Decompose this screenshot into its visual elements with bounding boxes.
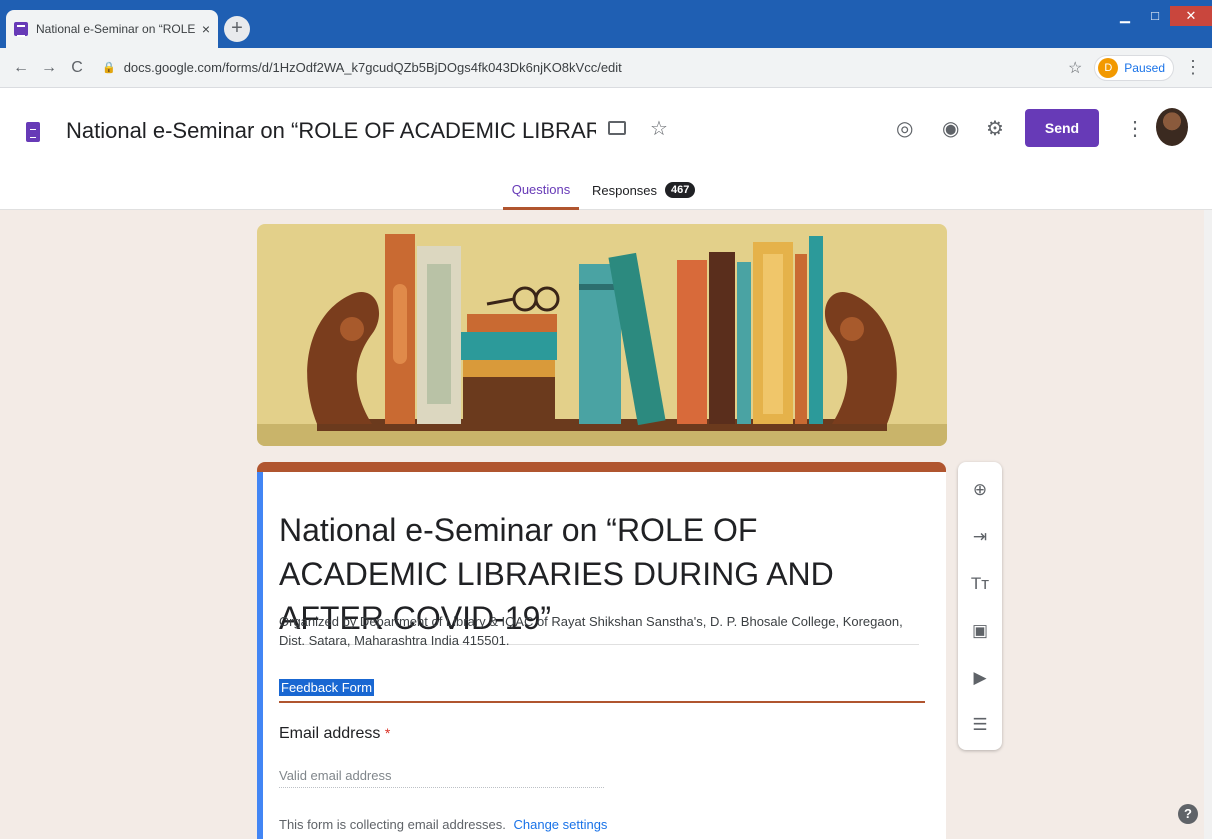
books-illustration (257, 234, 947, 446)
avatar[interactable] (1156, 108, 1188, 146)
chrome-menu-icon[interactable]: ⋮ (1184, 57, 1202, 78)
add-question-icon[interactable]: ⊕ (958, 480, 1002, 500)
maximize-button[interactable]: □ (1140, 6, 1170, 26)
email-label: Email address (279, 725, 381, 742)
browser-tab[interactable]: National e-Seminar on “ROLE OF × (6, 10, 218, 48)
tab-questions[interactable]: Questions (503, 182, 579, 210)
import-questions-icon[interactable]: ⇥ (958, 527, 1002, 547)
google-forms-favicon-icon (14, 22, 28, 37)
move-to-folder-icon[interactable] (608, 121, 626, 135)
close-window-button[interactable]: ✕ (1170, 6, 1212, 26)
email-field[interactable]: Valid email address (279, 768, 604, 788)
preview-eye-icon[interactable]: ◉ (942, 116, 959, 141)
browser-tab-strip: National e-Seminar on “ROLE OF × + ▁ □ ✕ (0, 0, 1212, 48)
settings-gear-icon[interactable]: ⚙ (986, 116, 1004, 141)
new-tab-button[interactable]: + (224, 16, 250, 42)
form-document-title[interactable]: National e-Seminar on “ROLE OF ACADEMIC … (66, 118, 596, 144)
header-banner-image (257, 224, 947, 446)
form-description-input[interactable]: Organized by Department of Library & IQA… (279, 612, 925, 650)
browser-tab-title: National e-Seminar on “ROLE OF (36, 22, 196, 36)
url-input[interactable]: 🔒 docs.google.com/forms/d/1HzOdf2WA_k7gc… (94, 53, 1068, 83)
forward-button[interactable]: → (38, 59, 60, 77)
minimize-button[interactable]: ▁ (1110, 6, 1140, 26)
profile-button[interactable]: D Paused (1094, 54, 1174, 81)
add-title-icon[interactable]: Tт (958, 574, 1002, 594)
collect-note-text: This form is collecting email addresses. (279, 817, 506, 832)
add-section-icon[interactable]: ☰ (958, 715, 1002, 735)
add-video-icon[interactable]: ▶ (958, 668, 1002, 688)
bookmark-star-icon[interactable]: ☆ (1068, 58, 1082, 78)
responses-count-badge: 467 (665, 182, 696, 198)
lock-icon: 🔒 (102, 62, 116, 74)
email-collection-note: This form is collecting email addresses.… (279, 817, 607, 832)
profile-status: Paused (1124, 60, 1165, 75)
form-tabs: Questions Responses 467 (0, 176, 1212, 210)
profile-avatar: D (1098, 57, 1119, 78)
form-description-selected-text[interactable]: Feedback Form (279, 679, 375, 696)
description-underline (279, 701, 925, 703)
star-icon[interactable]: ☆ (650, 116, 668, 141)
tab-responses-label: Responses (592, 182, 658, 198)
google-forms-icon[interactable] (26, 122, 40, 142)
customize-theme-icon[interactable]: ◎ (896, 116, 913, 141)
required-asterisk: * (384, 725, 391, 741)
send-button[interactable]: Send (1025, 109, 1099, 147)
page-scrollbar[interactable] (1204, 210, 1212, 839)
help-icon[interactable]: ? (1178, 804, 1198, 824)
question-toolbar: ⊕ ⇥ Tт ▣ ▶ ☰ (958, 462, 1002, 750)
url-text: docs.google.com/forms/d/1HzOdf2WA_k7gcud… (123, 60, 622, 75)
window-controls: ▁ □ ✕ (1110, 6, 1212, 26)
address-bar: ← → C 🔒 docs.google.com/forms/d/1HzOdf2W… (0, 48, 1212, 88)
back-button[interactable]: ← (10, 59, 32, 77)
form-header-card: National e-Seminar on “ROLE OF ACADEMIC … (257, 462, 946, 839)
tab-responses[interactable]: Responses 467 (592, 182, 696, 198)
add-image-icon[interactable]: ▣ (958, 621, 1002, 641)
forms-header: National e-Seminar on “ROLE OF ACADEMIC … (0, 88, 1212, 210)
change-settings-link[interactable]: Change settings (513, 817, 607, 832)
reload-button[interactable]: C (66, 59, 88, 77)
email-question: Email address * (279, 725, 390, 743)
tab-close-icon[interactable]: × (202, 21, 210, 37)
more-options-icon[interactable]: ⋮ (1125, 116, 1145, 141)
